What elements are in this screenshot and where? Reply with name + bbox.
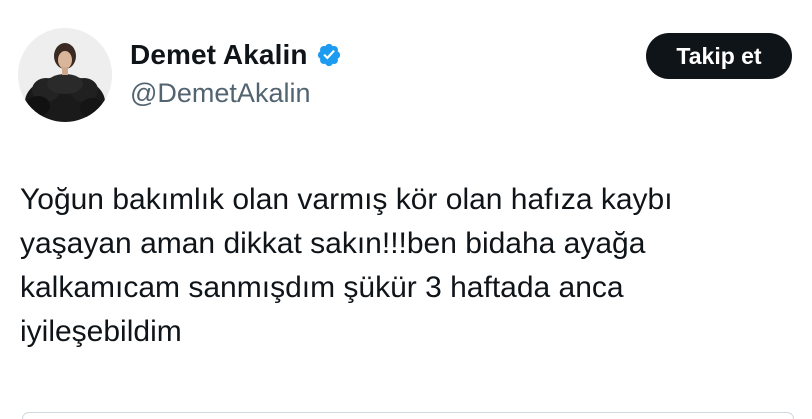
author-display-name[interactable]: Demet Akalin xyxy=(130,39,308,71)
author-handle[interactable]: @DemetAkalin xyxy=(130,78,310,109)
verified-badge-icon xyxy=(316,42,342,68)
tweet-card: Demet Akalin @DemetAkalin Takip et Yoğun… xyxy=(0,0,812,419)
follow-button[interactable]: Takip et xyxy=(646,33,792,79)
author-avatar[interactable] xyxy=(18,28,112,122)
tweet-text: Yoğun bakımlık olan varmış kör olan hafı… xyxy=(20,183,673,348)
author-name-row: Demet Akalin xyxy=(130,36,342,74)
avatar-image xyxy=(18,28,112,122)
